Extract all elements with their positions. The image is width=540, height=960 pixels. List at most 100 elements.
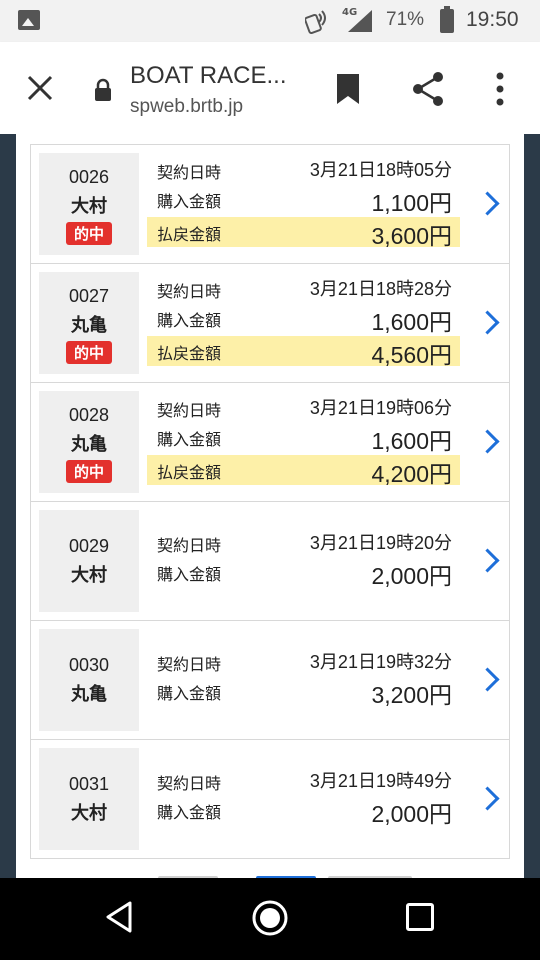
datetime-value: 3月21日19時32分 [309, 652, 452, 672]
purchase-value: 1,600円 [371, 428, 452, 454]
payout-line: 払戻金額 3,600円 [147, 217, 460, 249]
payout-value: 3,600円 [371, 223, 452, 249]
purchase-line: 購入金額 1,600円 [147, 422, 460, 454]
datetime-line: 契約日時 3月21日18時28分 [147, 272, 460, 302]
purchase-label: 購入金額 [157, 684, 222, 703]
hit-badge: 的中 [65, 222, 112, 245]
custom-tab-toolbar: BOAT RACE... spweb.brtb.jp [0, 42, 540, 134]
battery-icon [440, 6, 454, 33]
purchase-line: 購入金額 2,000円 [147, 795, 460, 827]
datetime-line: 契約日時 3月21日18時05分 [147, 153, 460, 183]
purchase-list: 0026 大村 的中 契約日時 3月21日18時05分 購入金額 1,100円 … [30, 144, 510, 859]
datetime-label: 契約日時 [157, 774, 222, 793]
purchase-value: 1,600円 [371, 309, 452, 335]
home-icon[interactable] [251, 899, 289, 937]
chevron-right-icon[interactable] [479, 308, 497, 338]
bet-id-box: 0027 丸亀 的中 [39, 272, 139, 374]
purchase-label: 購入金額 [157, 803, 222, 822]
purchase-value: 3,200円 [371, 682, 452, 708]
bookmark-icon[interactable] [334, 72, 362, 106]
datetime-value: 3月21日19時49分 [309, 771, 452, 791]
datetime-label: 契約日時 [157, 401, 222, 420]
more-options-icon[interactable] [490, 70, 510, 108]
chevron-right-icon[interactable] [479, 427, 497, 457]
purchase-row[interactable]: 0029 大村 契約日時 3月21日19時20分 購入金額 2,000円 [31, 501, 509, 620]
venue-name: 丸亀 [71, 684, 107, 705]
purchase-line: 購入金額 2,000円 [147, 557, 460, 589]
bet-id-box: 0030 丸亀 [39, 629, 139, 731]
status-bar: 4G 71% 19:50 [0, 0, 540, 42]
venue-name: 大村 [71, 803, 107, 824]
purchase-label: 購入金額 [157, 430, 222, 449]
purchase-row[interactable]: 0030 丸亀 契約日時 3月21日19時32分 購入金額 3,200円 [31, 620, 509, 739]
purchase-row[interactable]: 0028 丸亀 的中 契約日時 3月21日19時06分 購入金額 1,600円 … [31, 382, 509, 501]
chevron-right-icon[interactable] [479, 189, 497, 219]
venue-name: 大村 [71, 196, 107, 217]
datetime-line: 契約日時 3月21日19時32分 [147, 645, 460, 675]
datetime-value: 3月21日19時20分 [309, 533, 452, 553]
bet-id-box: 0028 丸亀 的中 [39, 391, 139, 493]
hit-badge: 的中 [65, 341, 112, 364]
purchase-value: 1,100円 [371, 190, 452, 216]
close-icon[interactable] [24, 72, 56, 104]
chevron-right-icon[interactable] [479, 665, 497, 695]
venue-name: 大村 [71, 565, 107, 586]
hit-badge: 的中 [65, 460, 112, 483]
chevron-right-icon[interactable] [479, 546, 497, 576]
share-icon[interactable] [410, 70, 446, 108]
system-navigation-bar [0, 878, 540, 960]
purchase-label: 購入金額 [157, 565, 222, 584]
back-icon[interactable] [104, 900, 134, 934]
datetime-label: 契約日時 [157, 536, 222, 555]
purchase-row[interactable]: 0031 大村 契約日時 3月21日19時49分 購入金額 2,000円 [31, 739, 509, 858]
datetime-line: 契約日時 3月21日19時49分 [147, 764, 460, 794]
bet-number: 0031 [68, 774, 110, 794]
purchase-label: 購入金額 [157, 311, 222, 330]
payout-label: 払戻金額 [157, 225, 222, 244]
recent-apps-icon[interactable] [406, 903, 434, 931]
datetime-line: 契約日時 3月21日19時06分 [147, 391, 460, 421]
purchase-line: 購入金額 1,600円 [147, 303, 460, 335]
bet-number: 0028 [68, 405, 110, 425]
bet-number: 0026 [68, 167, 110, 187]
signal-icon [348, 10, 372, 32]
datetime-value: 3月21日18時28分 [309, 279, 452, 299]
battery-percent: 71% [386, 9, 425, 30]
datetime-line: 契約日時 3月21日19時20分 [147, 526, 460, 556]
payout-label: 払戻金額 [157, 463, 222, 482]
datetime-label: 契約日時 [157, 282, 222, 301]
page-title: BOAT RACE... [130, 62, 287, 89]
purchase-history-panel: 0026 大村 的中 契約日時 3月21日18時05分 購入金額 1,100円 … [16, 134, 524, 878]
purchase-row[interactable]: 0026 大村 的中 契約日時 3月21日18時05分 購入金額 1,100円 … [31, 144, 509, 263]
web-content: 0026 大村 的中 契約日時 3月21日18時05分 購入金額 1,100円 … [0, 134, 540, 878]
bet-id-box: 0031 大村 [39, 748, 139, 850]
chevron-right-icon[interactable] [479, 784, 497, 814]
purchase-label: 購入金額 [157, 192, 222, 211]
purchase-line: 購入金額 3,200円 [147, 676, 460, 708]
payout-label: 払戻金額 [157, 344, 222, 363]
purchase-line: 購入金額 1,100円 [147, 184, 460, 216]
payout-line: 払戻金額 4,560円 [147, 336, 460, 368]
datetime-value: 3月21日19時06分 [309, 398, 452, 418]
bet-number: 0027 [68, 286, 110, 306]
bet-id-box: 0029 大村 [39, 510, 139, 612]
venue-name: 丸亀 [71, 315, 107, 336]
payout-value: 4,560円 [371, 342, 452, 368]
payout-line: 払戻金額 4,200円 [147, 455, 460, 487]
nfc-icon [305, 10, 326, 34]
datetime-value: 3月21日18時05分 [309, 160, 452, 180]
datetime-label: 契約日時 [157, 163, 222, 182]
datetime-label: 契約日時 [157, 655, 222, 674]
purchase-value: 2,000円 [371, 801, 452, 827]
lock-icon [95, 78, 111, 101]
bet-number: 0029 [68, 536, 110, 556]
clock: 19:50 [466, 8, 519, 31]
venue-name: 丸亀 [71, 434, 107, 455]
purchase-value: 2,000円 [371, 563, 452, 589]
bet-id-box: 0026 大村 的中 [39, 153, 139, 255]
page-url: spweb.brtb.jp [130, 96, 244, 117]
bet-number: 0030 [68, 655, 110, 675]
purchase-row[interactable]: 0027 丸亀 的中 契約日時 3月21日18時28分 購入金額 1,600円 … [31, 263, 509, 382]
gallery-notification-icon [18, 10, 40, 30]
payout-value: 4,200円 [371, 461, 452, 487]
